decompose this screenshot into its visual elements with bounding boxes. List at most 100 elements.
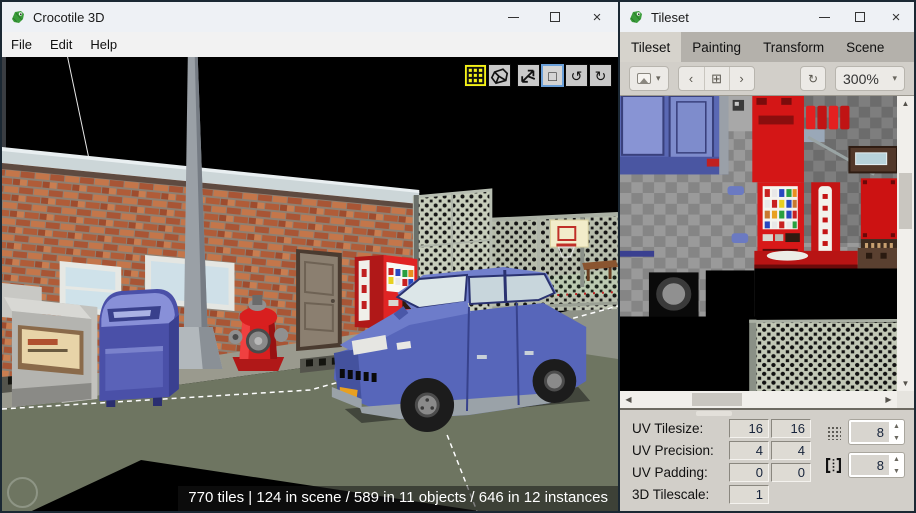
atlas-machine-base	[754, 248, 897, 269]
tileset-nav-group: ‹ ⊞ ›	[678, 66, 755, 91]
window-crocotile: Crocotile 3D × File Edit Help	[2, 2, 620, 511]
uv-precision-label: UV Precision:	[632, 443, 729, 458]
cube-icon	[489, 65, 510, 86]
minimize-icon	[508, 17, 519, 18]
spinner-down-arrow[interactable]: ▼	[889, 432, 904, 444]
image-icon	[637, 73, 651, 84]
tab-transform[interactable]: Transform	[752, 32, 835, 62]
move-arrows-icon	[518, 65, 539, 86]
zoom-level-value: 300%	[843, 71, 879, 87]
uv-tilesize-y-field[interactable]: 16	[771, 419, 811, 438]
scroll-down-arrow[interactable]: ▼	[897, 376, 914, 391]
vertical-scroll-thumb[interactable]	[899, 173, 912, 229]
atlas-screen-panel	[849, 147, 897, 172]
viewport-toolbar: □ ↺ ↻	[464, 64, 612, 87]
menu-edit[interactable]: Edit	[41, 32, 81, 57]
screenshot-root: Crocotile 3D × File Edit Help	[0, 0, 916, 513]
uv-tilesize-label: UV Tilesize:	[632, 421, 729, 436]
tab-tileset[interactable]: Tileset	[620, 32, 681, 62]
close-icon: ×	[892, 9, 901, 26]
move-tool-button[interactable]	[517, 64, 540, 87]
reset-zoom-button[interactable]: ↻	[800, 66, 826, 91]
vertical-scrollbar[interactable]: ▲ ▼	[897, 96, 914, 391]
spinner-down-arrow[interactable]: ▼	[889, 465, 904, 477]
scroll-left-arrow[interactable]: ◀	[620, 392, 637, 407]
grid-icon	[465, 65, 486, 86]
menu-file[interactable]: File	[2, 32, 41, 57]
window-title: Tileset	[651, 10, 689, 25]
window-tileset: Tileset × Tileset Painting Transform Sce…	[620, 2, 914, 511]
crocodile-app-icon	[628, 9, 644, 25]
minimize-button[interactable]	[806, 2, 842, 32]
rotate-cw-button[interactable]: ↻	[589, 64, 612, 87]
close-button[interactable]: ×	[576, 2, 618, 32]
uv-precision-x-field[interactable]: 4	[729, 441, 769, 460]
menu-help[interactable]: Help	[81, 32, 126, 57]
atlas-wheel	[649, 272, 699, 316]
zoom-level-dropdown[interactable]: 300% ▾	[835, 66, 905, 91]
mailbox	[99, 289, 178, 407]
prev-tileset-button[interactable]: ‹	[679, 67, 704, 90]
tileset-image-dropdown[interactable]: ▾	[629, 66, 669, 91]
spinner-up-arrow[interactable]: ▲	[889, 420, 904, 432]
3d-tilescale-label: 3D Tilescale:	[632, 487, 729, 502]
tile-grid-tool-button[interactable]	[464, 64, 487, 87]
3d-scene	[2, 57, 618, 511]
square-icon: □	[548, 69, 556, 83]
outline-size-value[interactable]: 8	[851, 455, 889, 475]
close-button[interactable]: ×	[878, 2, 914, 32]
scroll-right-arrow[interactable]: ▶	[880, 392, 897, 407]
titlebar-left[interactable]: Crocotile 3D ×	[2, 2, 618, 32]
maximize-icon	[855, 12, 865, 22]
maximize-button[interactable]	[842, 2, 878, 32]
spinner-up-arrow[interactable]: ▲	[889, 453, 904, 465]
rotate-ccw-button[interactable]: ↺	[565, 64, 588, 87]
3d-tilescale-field[interactable]: 1	[729, 485, 769, 504]
select-tool-button[interactable]: □	[541, 64, 564, 87]
next-tileset-button[interactable]: ›	[729, 67, 754, 90]
atlas-blue-panels	[620, 96, 729, 174]
uv-padding-x-field[interactable]: 0	[729, 463, 769, 482]
uv-tilesize-x-field[interactable]: 16	[729, 419, 769, 438]
minimize-button[interactable]	[492, 2, 534, 32]
minimize-icon	[819, 17, 830, 18]
maximize-button[interactable]	[534, 2, 576, 32]
tab-painting[interactable]: Painting	[681, 32, 752, 62]
horizontal-scroll-thumb[interactable]	[692, 393, 742, 406]
tile-outline-icon	[826, 458, 841, 473]
scrollbar-corner	[897, 391, 914, 408]
atlas-red-top	[752, 96, 804, 182]
tileset-atlas	[620, 96, 897, 391]
chevron-down-icon: ▾	[892, 73, 897, 84]
rotate-cw-icon: ↻	[595, 69, 607, 83]
horizontal-scrollbar[interactable]: ◀ ▶	[620, 391, 897, 408]
atlas-red-column	[861, 178, 897, 239]
close-icon: ×	[593, 9, 602, 26]
outline-size-spinner[interactable]: 8 ▲ ▼	[848, 452, 905, 478]
window-title: Crocotile 3D	[33, 10, 105, 25]
crocodile-app-icon	[10, 9, 26, 25]
scene-status-text: 770 tiles | 124 in scene / 589 in 11 obj…	[178, 486, 618, 511]
box-tool-button[interactable]	[488, 64, 511, 87]
panel-resize-handle[interactable]	[696, 411, 732, 416]
3d-viewport[interactable]: □ ↺ ↻ 770 tiles | 124 in scene / 589 in …	[2, 57, 618, 511]
scroll-up-arrow[interactable]: ▲	[897, 96, 914, 111]
tab-scene[interactable]: Scene	[835, 32, 895, 62]
chevron-down-icon: ▾	[656, 73, 661, 84]
toolbar-gap	[512, 64, 516, 87]
uv-precision-y-field[interactable]: 4	[771, 441, 811, 460]
uv-padding-y-field[interactable]: 0	[771, 463, 811, 482]
tileset-panes-button[interactable]: ⊞	[704, 67, 729, 90]
building-door	[296, 249, 342, 351]
grid-size-value[interactable]: 8	[851, 422, 889, 442]
tileset-tabbar: Tileset Painting Transform Scene	[620, 32, 914, 62]
view-orbit-gizmo[interactable]	[7, 477, 38, 508]
atlas-fence-texture	[749, 319, 897, 391]
rotate-ccw-icon: ↺	[571, 69, 583, 83]
uv-padding-label: UV Padding:	[632, 465, 729, 480]
grid-size-spinner[interactable]: 8 ▲ ▼	[848, 419, 905, 445]
tileset-image[interactable]	[620, 96, 897, 391]
titlebar-right[interactable]: Tileset ×	[620, 2, 914, 32]
maximize-icon	[550, 12, 560, 22]
tileset-viewer[interactable]: ▲ ▼ ◀ ▶	[620, 95, 914, 408]
